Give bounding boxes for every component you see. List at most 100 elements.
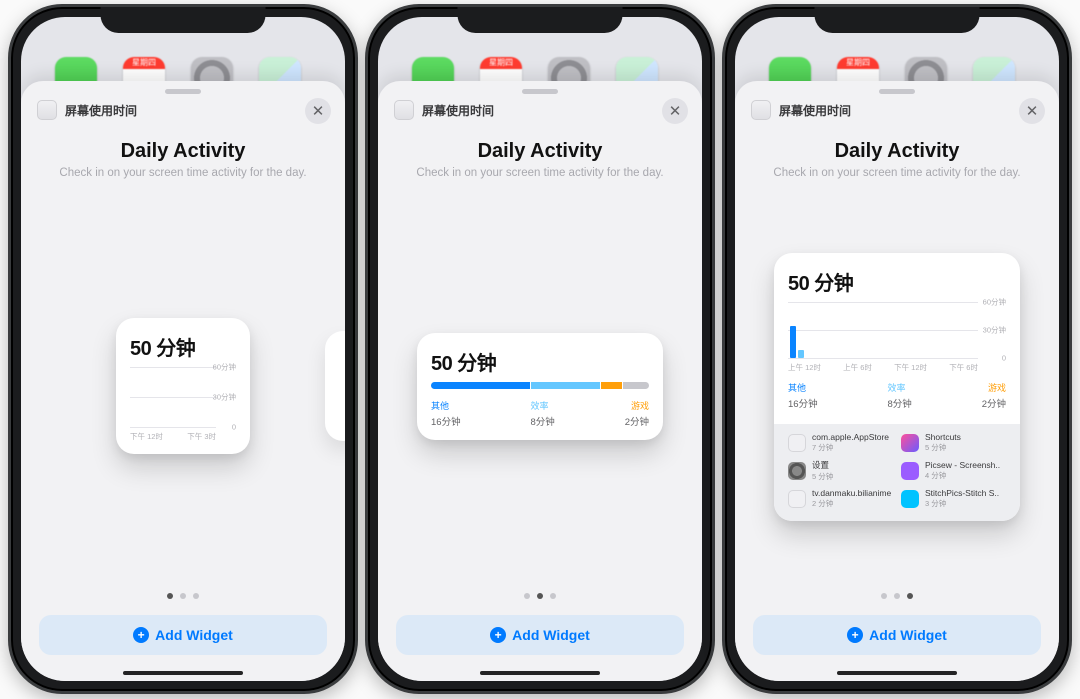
app-name: com.apple.AppStore xyxy=(812,432,889,442)
widget-carousel[interactable]: 50 分钟 60分钟 30分钟 0 下午 12时 下午 3时 xyxy=(21,179,345,593)
category-value: 2分钟 xyxy=(625,414,649,428)
category-other: 其他 16分钟 xyxy=(788,381,818,410)
bar-segment-other xyxy=(431,382,530,389)
top-apps-panel: com.apple.AppStore7 分钟Shortcuts5 分钟设置5 分… xyxy=(774,424,1020,521)
add-widget-button[interactable]: + Add Widget xyxy=(39,615,327,655)
widget-total: 50 分钟 xyxy=(431,347,649,376)
screentime-app-icon xyxy=(37,100,57,120)
sheet-grabber[interactable] xyxy=(165,89,201,94)
close-icon: ✕ xyxy=(1026,104,1039,119)
category-other: 其他 16分钟 xyxy=(431,399,461,428)
peek-next-widget xyxy=(325,331,345,441)
home-indicator[interactable] xyxy=(123,671,243,675)
app-row: 设置5 分钟 xyxy=(788,459,893,482)
app-icon xyxy=(901,434,919,452)
screentime-app-icon xyxy=(394,100,414,120)
add-widget-button[interactable]: + Add Widget xyxy=(753,615,1041,655)
y-tick: 30分钟 xyxy=(213,392,236,403)
app-name: 设置 xyxy=(812,459,833,471)
close-icon: ✕ xyxy=(669,104,682,119)
widget-large[interactable]: 50 分钟 60分钟 30分钟 0 上午 12时 上午 xyxy=(774,253,1020,521)
notch xyxy=(458,7,623,33)
x-tick: 下午 12时 xyxy=(894,362,927,373)
app-name-label: 屏幕使用时间 xyxy=(779,102,851,119)
close-button[interactable]: ✕ xyxy=(1019,98,1045,124)
small-chart: 60分钟 30分钟 0 xyxy=(130,367,236,427)
page-subtitle: Check in on your screen time activity fo… xyxy=(755,167,1039,179)
widget-small[interactable]: 50 分钟 60分钟 30分钟 0 下午 12时 下午 3时 xyxy=(116,318,250,454)
phone-1: 星期四 屏幕使用时间 ✕ Daily Activity Check in on … xyxy=(8,4,358,694)
calendar-day-label: 星期四 xyxy=(837,57,879,69)
app-time: 5 分钟 xyxy=(925,442,961,453)
plus-icon: + xyxy=(847,627,863,643)
app-icon xyxy=(788,434,806,452)
widget-carousel[interactable]: 50 分钟 其他 16分钟 xyxy=(378,179,702,593)
sheet-grabber[interactable] xyxy=(879,89,915,94)
category-value: 8分钟 xyxy=(887,396,911,410)
widget-picker-sheet: 屏幕使用时间 ✕ Daily Activity Check in on your… xyxy=(378,81,702,681)
app-name-label: 屏幕使用时间 xyxy=(422,102,494,119)
page-subtitle: Check in on your screen time activity fo… xyxy=(398,167,682,179)
add-widget-label: Add Widget xyxy=(155,627,233,643)
page-title: Daily Activity xyxy=(398,140,682,163)
large-chart: 60分钟 30分钟 0 xyxy=(788,302,1006,358)
category-name: 其他 xyxy=(431,399,461,412)
app-name: tv.danmaku.bilianime xyxy=(812,488,891,498)
close-button[interactable]: ✕ xyxy=(305,98,331,124)
category-name: 效率 xyxy=(887,381,911,394)
notch xyxy=(815,7,980,33)
dot xyxy=(180,593,186,599)
page-indicator xyxy=(735,593,1059,609)
home-indicator[interactable] xyxy=(480,671,600,675)
close-icon: ✕ xyxy=(312,104,325,119)
widget-picker-sheet: 屏幕使用时间 ✕ Daily Activity Check in on your… xyxy=(735,81,1059,681)
app-name: Picsew - Screensh.. xyxy=(925,460,1000,470)
add-widget-label: Add Widget xyxy=(512,627,590,643)
dot xyxy=(193,593,199,599)
widget-carousel[interactable]: 50 分钟 60分钟 30分钟 0 上午 12时 上午 xyxy=(735,179,1059,593)
app-time: 4 分钟 xyxy=(925,470,1000,481)
app-name-label: 屏幕使用时间 xyxy=(65,102,137,119)
page-indicator xyxy=(21,593,345,609)
phone-3: 星期四 屏幕使用时间 ✕ Daily Activity Check in on … xyxy=(722,4,1072,694)
close-button[interactable]: ✕ xyxy=(662,98,688,124)
category-productivity: 效率 8分钟 xyxy=(887,381,911,410)
app-row: Picsew - Screensh..4 分钟 xyxy=(901,459,1006,482)
page-title: Daily Activity xyxy=(41,140,325,163)
app-icon xyxy=(788,490,806,508)
sheet-grabber[interactable] xyxy=(522,89,558,94)
x-tick: 上午 12时 xyxy=(788,362,821,373)
category-name: 其他 xyxy=(788,381,818,394)
app-time: 2 分钟 xyxy=(812,498,891,509)
dot xyxy=(907,593,913,599)
category-value: 16分钟 xyxy=(431,414,461,428)
y-tick: 60分钟 xyxy=(213,362,236,373)
app-time: 5 分钟 xyxy=(812,471,833,482)
x-tick: 下午 3时 xyxy=(187,431,216,442)
y-tick: 30分钟 xyxy=(983,325,1006,336)
category-bar xyxy=(431,382,649,389)
home-indicator[interactable] xyxy=(837,671,957,675)
widget-medium[interactable]: 50 分钟 其他 16分钟 xyxy=(417,333,663,440)
x-tick: 下午 6时 xyxy=(949,362,978,373)
category-row: 其他 16分钟 效率 8分钟 游戏 2分钟 xyxy=(431,399,649,428)
category-name: 效率 xyxy=(530,399,554,412)
widget-total: 50 分钟 xyxy=(788,267,1006,296)
category-productivity: 效率 8分钟 xyxy=(530,399,554,428)
y-tick: 0 xyxy=(232,423,236,432)
app-row: Shortcuts5 分钟 xyxy=(901,432,1006,453)
app-icon xyxy=(788,462,806,480)
y-tick: 0 xyxy=(1002,354,1006,363)
dot xyxy=(881,593,887,599)
app-icon xyxy=(901,462,919,480)
calendar-day-label: 星期四 xyxy=(480,57,522,69)
app-name: Shortcuts xyxy=(925,432,961,442)
calendar-day-label: 星期四 xyxy=(123,57,165,69)
bar-segment-remainder xyxy=(623,382,649,389)
category-value: 16分钟 xyxy=(788,396,818,410)
app-time: 7 分钟 xyxy=(812,442,889,453)
phone-2: 星期四 屏幕使用时间 ✕ Daily Activity Check in on … xyxy=(365,4,715,694)
app-row: StitchPics-Stitch S..3 分钟 xyxy=(901,488,1006,509)
add-widget-button[interactable]: + Add Widget xyxy=(396,615,684,655)
app-row: com.apple.AppStore7 分钟 xyxy=(788,432,893,453)
